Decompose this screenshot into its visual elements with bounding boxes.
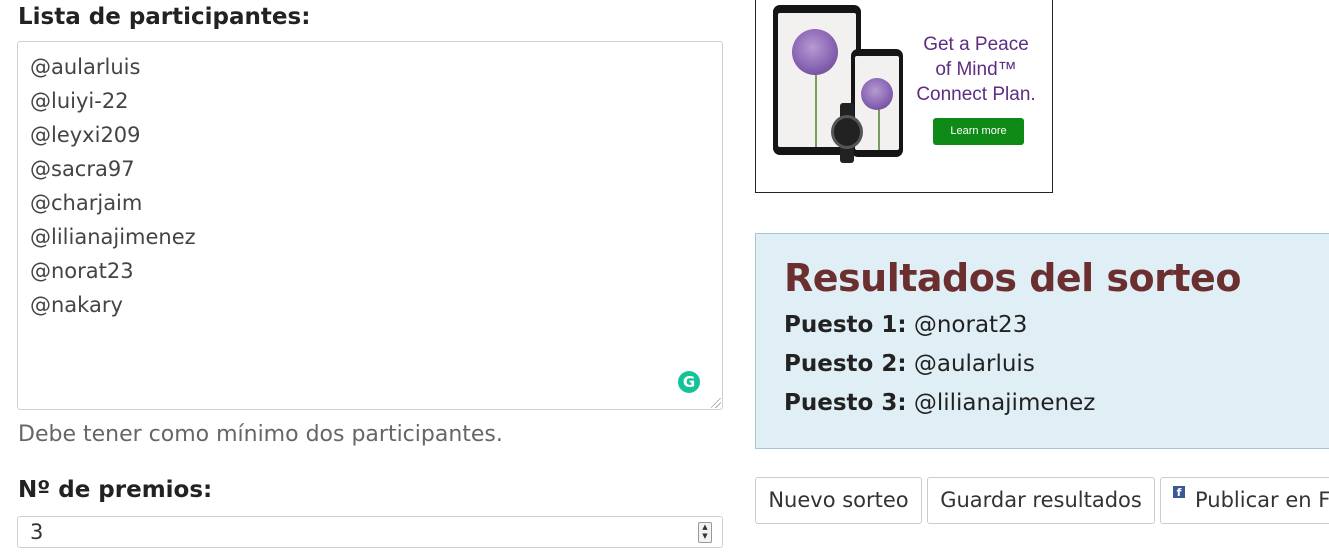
resize-handle[interactable] <box>711 398 721 408</box>
prizes-number-input[interactable]: 3 ▲ ▼ <box>17 516 723 548</box>
participant-line: @leyxi209 <box>30 123 141 147</box>
result-winner: @norat23 <box>913 312 1028 338</box>
publish-facebook-label: Publicar en Facebook <box>1195 488 1329 512</box>
ad-headline: Get a Peace of Mind™ Connect Plan. <box>906 32 1046 107</box>
participant-line: @charjaim <box>30 191 143 215</box>
prizes-value: 3 <box>30 520 44 544</box>
participants-label: Lista de participantes: <box>18 4 311 30</box>
watch-image <box>831 115 863 149</box>
prizes-label: Nº de premios: <box>18 477 213 503</box>
new-draw-button[interactable]: Nuevo sorteo <box>755 477 922 524</box>
helper-text: Debe tener como mínimo dos participantes… <box>18 422 503 447</box>
number-spinner[interactable]: ▲ ▼ <box>698 522 712 543</box>
participant-line: @aularluis <box>30 55 141 79</box>
result-place-label: Puesto 1: <box>784 312 907 338</box>
participant-line: @lilianajimenez <box>30 225 196 249</box>
result-row: Puesto 3: @lilianajimenez <box>784 390 1095 416</box>
participant-line: @nakary <box>30 293 123 317</box>
save-results-button[interactable]: Guardar resultados <box>927 477 1155 524</box>
participant-line: @sacra97 <box>30 157 135 181</box>
ad-headline-line: Get a Peace <box>923 34 1029 55</box>
ad-learn-more-button[interactable]: Learn more <box>933 118 1024 145</box>
grammarly-icon[interactable]: G <box>678 371 700 393</box>
results-title: Resultados del sorteo <box>784 256 1241 300</box>
result-row: Puesto 1: @norat23 <box>784 312 1027 338</box>
advertisement-banner[interactable]: Get a Peace of Mind™ Connect Plan. Learn… <box>755 0 1053 193</box>
facebook-icon: f <box>1173 486 1185 499</box>
ad-headline-line: Connect Plan. <box>916 84 1036 105</box>
participants-textarea[interactable]: @aularluis @luiyi-22 @leyxi209 @sacra97 … <box>17 41 723 410</box>
result-row: Puesto 2: @aularluis <box>784 351 1035 377</box>
result-place-label: Puesto 2: <box>784 351 907 377</box>
publish-facebook-button[interactable]: f Publicar en Facebook <box>1160 477 1329 524</box>
result-winner: @aularluis <box>913 351 1035 377</box>
result-place-label: Puesto 3: <box>784 390 907 416</box>
ad-headline-line: of Mind™ <box>935 59 1017 80</box>
result-winner: @lilianajimenez <box>913 390 1096 416</box>
results-panel: Resultados del sorteo Puesto 1: @norat23… <box>755 233 1329 449</box>
participant-line: @norat23 <box>30 259 134 283</box>
participant-line: @luiyi-22 <box>30 89 129 113</box>
